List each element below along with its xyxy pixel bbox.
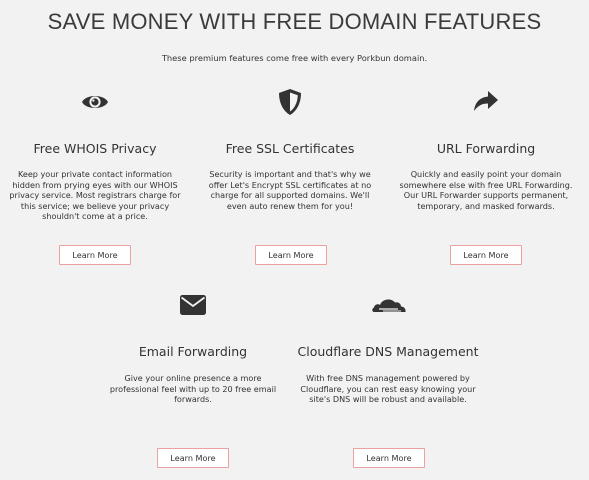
description-line: somewhere else with free URL Forwarding. xyxy=(399,179,573,190)
feature-description: Quickly and easily point your domain som… xyxy=(391,169,581,211)
email-forwarding-learn-more-button[interactable]: Learn More xyxy=(157,448,229,468)
cloudflare-icon xyxy=(371,296,407,314)
description-line: Give your online presence a more xyxy=(124,373,262,383)
feature-description: With free DNS management powered by Clou… xyxy=(293,373,483,405)
eye-icon xyxy=(81,91,109,113)
feature-ssl-certificates: Free SSL Certificates Security is import… xyxy=(195,88,385,268)
description-line: privacy service. Most registrars charge … xyxy=(9,190,181,201)
feature-description: Security is important and that's why we … xyxy=(195,169,385,211)
description-line: hidden from prying eyes with our WHOIS xyxy=(12,179,178,190)
feature-title: Cloudflare DNS Management xyxy=(297,344,479,359)
page-subtitle: These premium features come free with ev… xyxy=(161,53,428,63)
description-line: shouldn't come at a price. xyxy=(42,211,148,222)
description-line: this service; we believe your privacy xyxy=(20,200,170,211)
feature-title: Free WHOIS Privacy xyxy=(33,141,157,156)
description-line: charge for all supported domains. We'll xyxy=(210,190,370,201)
feature-title: URL Forwarding xyxy=(436,141,536,156)
feature-title: Email Forwarding xyxy=(138,344,248,359)
feature-whois-privacy: Free WHOIS Privacy Keep your private con… xyxy=(0,88,190,268)
whois-learn-more-button[interactable]: Learn More xyxy=(59,245,131,265)
description-line: Keep your private contact information xyxy=(17,169,173,179)
feature-cloudflare-dns: Cloudflare DNS Management With free DNS … xyxy=(293,292,483,422)
description-line: Security is important and that's why we xyxy=(209,169,371,179)
feature-email-forwarding: Email Forwarding Give your online presen… xyxy=(98,292,288,422)
feature-description: Keep your private contact information hi… xyxy=(0,169,190,222)
url-forwarding-learn-more-button[interactable]: Learn More xyxy=(450,245,522,265)
shield-icon xyxy=(278,88,302,116)
description-line: site's DNS will be robust and available. xyxy=(309,394,467,405)
cloudflare-dns-learn-more-button[interactable]: Learn More xyxy=(353,448,425,468)
description-line: even auto renew them for you! xyxy=(226,200,354,211)
envelope-icon xyxy=(180,295,206,315)
description-line: forwards. xyxy=(174,394,212,405)
feature-title: Free SSL Certificates xyxy=(225,141,355,156)
description-line: Cloudflare, you can rest easy knowing yo… xyxy=(300,383,476,394)
description-line: professional feel with up to 20 free ema… xyxy=(109,383,277,394)
feature-description: Give your online presence a more profess… xyxy=(98,373,288,405)
feature-url-forwarding: URL Forwarding Quickly and easily point … xyxy=(391,88,581,268)
description-line: offer Let's Encrypt SSL certificates at … xyxy=(208,179,372,190)
page-title: SAVE MONEY WITH FREE DOMAIN FEATURES xyxy=(47,9,542,34)
share-arrow-icon xyxy=(473,90,499,114)
description-line: Our URL Forwarder supports permanent, xyxy=(403,190,569,201)
ssl-learn-more-button[interactable]: Learn More xyxy=(255,245,327,265)
description-line: Quickly and easily point your domain xyxy=(410,169,562,179)
description-line: With free DNS management powered by xyxy=(306,373,470,383)
description-line: temporary, and masked forwards. xyxy=(417,200,555,211)
